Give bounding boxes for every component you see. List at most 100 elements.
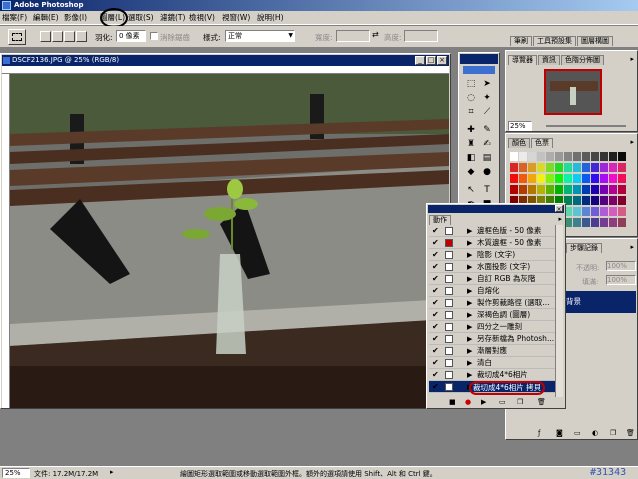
swatch-cell[interactable] [555, 185, 563, 194]
dialog-toggle-icon[interactable] [445, 311, 453, 319]
swatch-cell[interactable] [609, 207, 617, 216]
swatch-cell[interactable] [573, 163, 581, 172]
dialog-toggle-icon[interactable] [445, 299, 453, 307]
action-check-icon[interactable]: ✔ [432, 347, 440, 355]
healing-brush-icon[interactable]: ✚ [463, 123, 479, 137]
swatch-cell[interactable] [573, 174, 581, 183]
swatch-cell[interactable] [555, 163, 563, 172]
move-tool-icon[interactable]: ➤ [479, 77, 495, 91]
new-selection-button[interactable] [40, 31, 51, 42]
expand-triangle-icon[interactable]: ▶ [467, 323, 472, 331]
menu-select[interactable]: 選取(S) [128, 13, 154, 23]
style-select[interactable]: 正常 ▼ [225, 30, 295, 42]
marquee-tool-preset[interactable] [8, 29, 26, 45]
swatch-cell[interactable] [510, 174, 518, 183]
status-zoom[interactable]: 25% [2, 468, 30, 478]
swatch-cell[interactable] [618, 152, 626, 161]
tab-info[interactable]: 資訊 [538, 55, 560, 65]
swatch-cell[interactable] [600, 152, 608, 161]
swatch-cell[interactable] [537, 163, 545, 172]
dialog-toggle-icon[interactable] [445, 263, 453, 271]
slice-tool-icon[interactable]: ⟋ [479, 105, 495, 119]
record-icon[interactable]: ● [465, 398, 471, 406]
dialog-toggle-icon[interactable] [445, 227, 453, 235]
swatch-cell[interactable] [582, 207, 590, 216]
blur-tool-icon[interactable]: ◆ [463, 165, 479, 179]
swatch-cell[interactable] [609, 218, 617, 227]
actions-menu-arrow-icon[interactable]: ▸ [558, 215, 562, 223]
swatch-cell[interactable] [573, 207, 581, 216]
action-check-icon[interactable]: ✔ [432, 263, 440, 271]
action-check-icon[interactable]: ✔ [432, 275, 440, 283]
swatch-cell[interactable] [609, 174, 617, 183]
dialog-toggle-icon[interactable] [445, 275, 453, 283]
menu-edit[interactable]: 編輯(E) [33, 13, 59, 23]
swatch-cell[interactable] [519, 185, 527, 194]
toolbox-title-bar[interactable] [460, 54, 498, 64]
swatch-cell[interactable] [519, 174, 527, 183]
expand-triangle-icon[interactable]: ▶ [467, 275, 472, 283]
action-check-icon[interactable]: ✔ [432, 335, 440, 343]
dialog-toggle-icon[interactable] [445, 335, 453, 343]
new-set-icon[interactable]: ▭ [499, 398, 506, 406]
action-item[interactable]: ✔ ▶ 漸層對應 [429, 345, 561, 357]
expand-triangle-icon[interactable]: ▶ [467, 335, 472, 343]
swatch-cell[interactable] [546, 185, 554, 194]
swatch-cell[interactable] [591, 218, 599, 227]
swatch-cell[interactable] [519, 152, 527, 161]
document-title-bar[interactable]: DSCF2136.JPG @ 25% (RGB/8) _ □ × [2, 55, 449, 66]
swatch-cell[interactable] [510, 163, 518, 172]
brush-tool-icon[interactable]: ✎ [479, 123, 495, 137]
play-icon[interactable]: ▶ [481, 398, 486, 406]
status-arrow-icon[interactable]: ▸ [110, 468, 114, 476]
swap-arrows-icon[interactable]: ⇄ [372, 30, 379, 39]
tab-swatches[interactable]: 色票 [531, 138, 553, 148]
action-item[interactable]: ✔ ▶ 裁切成4*6相片 拷貝 [429, 381, 561, 395]
swatch-cell[interactable] [618, 196, 626, 205]
action-check-icon[interactable]: ✔ [432, 311, 440, 319]
swatch-cell[interactable] [618, 185, 626, 194]
actions-title-bar[interactable]: × [428, 205, 564, 213]
action-item[interactable]: ✔ ▶ 陰影 (文字) [429, 249, 561, 261]
expand-triangle-icon[interactable]: ▶ [467, 311, 472, 319]
swatch-cell[interactable] [600, 218, 608, 227]
minimize-button[interactable]: _ [415, 56, 425, 65]
swatch-cell[interactable] [582, 196, 590, 205]
swatch-cell[interactable] [510, 185, 518, 194]
adobe-online-icon[interactable] [463, 66, 495, 74]
type-tool-icon[interactable]: T [479, 183, 495, 197]
expand-triangle-icon[interactable]: ▶ [467, 359, 472, 367]
action-check-icon[interactable]: ✔ [432, 227, 440, 235]
dialog-toggle-icon[interactable] [445, 287, 453, 295]
swatch-cell[interactable] [519, 163, 527, 172]
folder-icon[interactable]: ▭ [574, 429, 581, 437]
marquee-tool-icon[interactable]: ⬚ [463, 77, 479, 91]
swatch-cell[interactable] [591, 152, 599, 161]
expand-triangle-icon[interactable]: ▶ [467, 227, 472, 235]
swatch-cell[interactable] [618, 207, 626, 216]
swatch-cell[interactable] [537, 152, 545, 161]
swatch-cell[interactable] [600, 185, 608, 194]
swatch-cell[interactable] [528, 174, 536, 183]
action-item[interactable]: ✔ ▶ 木質邊框 - 50 像素 [429, 237, 561, 249]
menu-filter[interactable]: 濾鏡(T) [160, 13, 185, 23]
antialias-checkbox[interactable] [150, 32, 158, 40]
swatch-cell[interactable] [582, 218, 590, 227]
lasso-tool-icon[interactable]: ◌ [463, 91, 479, 105]
height-input[interactable] [404, 30, 438, 42]
expand-triangle-icon[interactable]: ▶ [467, 371, 472, 379]
action-check-icon[interactable]: ✔ [432, 383, 440, 391]
swatch-cell[interactable] [573, 218, 581, 227]
swatch-cell[interactable] [510, 152, 518, 161]
width-input[interactable] [336, 30, 370, 42]
tab-brushes[interactable]: 筆刷 [510, 36, 532, 46]
layer-style-icon[interactable]: ƒ [538, 429, 540, 437]
swatch-cell[interactable] [591, 163, 599, 172]
swatch-cell[interactable] [546, 163, 554, 172]
action-item[interactable]: ✔ ▶ 邊框色版 - 50 像素 [429, 225, 561, 237]
gradient-tool-icon[interactable]: ▤ [479, 151, 495, 165]
intersect-selection-button[interactable] [76, 31, 87, 42]
action-check-icon[interactable]: ✔ [432, 239, 440, 247]
new-layer-icon[interactable]: ❐ [610, 429, 616, 437]
swatch-cell[interactable] [600, 163, 608, 172]
